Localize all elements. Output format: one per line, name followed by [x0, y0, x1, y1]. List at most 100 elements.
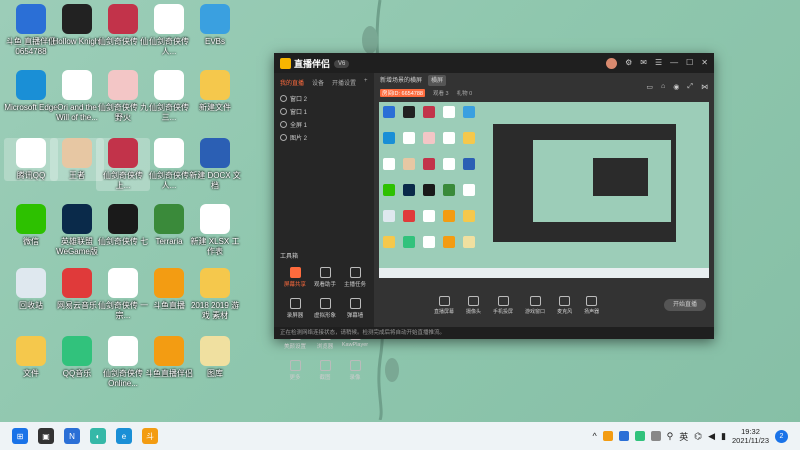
mic-icon[interactable]: ⚲ [667, 431, 674, 442]
desktop-icon[interactable]: 新建文件 [188, 70, 242, 113]
live-preview[interactable] [379, 102, 709, 278]
start-icon[interactable]: ⊞ [12, 428, 28, 444]
source-button[interactable]: 摄像头 [466, 295, 481, 315]
mail-icon[interactable]: ✉ [640, 58, 647, 69]
chevron-up-icon[interactable]: ^ [592, 431, 596, 441]
terraria-icon [154, 204, 184, 234]
taskbar-apps: ⊞ ▣ N ◐ e 斗 [12, 428, 158, 444]
douyu-icon[interactable]: 斗 [142, 428, 158, 444]
add-scene-icon[interactable]: + [364, 78, 368, 87]
desktop-icon[interactable]: EVBs [188, 4, 242, 47]
lock-icon[interactable]: ⌂ [661, 83, 665, 91]
app-brand: 直播伴侣 V6 [280, 57, 350, 70]
source-label: 游戏窗口 [525, 308, 546, 315]
ime-indicator[interactable]: 英 [679, 430, 688, 443]
tool-icon [319, 267, 331, 278]
preview-xianjian-icon [423, 210, 435, 222]
toolbox-item[interactable]: 弹幕墙 [340, 298, 370, 319]
toolbox-item[interactable]: 屏幕共享 [280, 267, 310, 288]
layer-item[interactable]: 全屏 1 [274, 118, 374, 131]
qqmusic-icon [62, 336, 92, 366]
close-icon[interactable]: ✕ [701, 58, 708, 69]
toolbox-item[interactable]: 虚拟形象 [310, 298, 340, 319]
tool-label: 截图 [319, 375, 331, 381]
gallery-icon [200, 336, 230, 366]
toolbox-item[interactable]: 主播任务 [340, 267, 370, 288]
desktop-icon[interactable]: 新建 DOCX 文档 [188, 138, 242, 191]
edge-icon[interactable]: e [116, 428, 132, 444]
tray-app-icon[interactable] [602, 431, 613, 441]
toolbox-item[interactable]: 录像 [340, 360, 370, 381]
avatar[interactable] [606, 58, 618, 69]
toolbox-item[interactable]: 录屏器 [280, 298, 310, 319]
preview-ori-icon [403, 132, 415, 144]
tab-my-live[interactable]: 我的直播 [280, 78, 304, 87]
network-icon[interactable]: ⌬ [694, 431, 702, 442]
share-icon[interactable]: ⋈ [701, 83, 708, 91]
clock[interactable]: 19:32 2021/11/23 [732, 427, 769, 445]
tab-devices[interactable]: 设备 [312, 78, 324, 87]
tray-app-icon[interactable] [618, 431, 629, 441]
window-controls: ⚙ ✉ ☰ — ☐ ✕ [606, 58, 708, 69]
desktop-icon[interactable]: 新建 XLSX 工作表 [188, 204, 242, 257]
document-icon [154, 70, 184, 100]
tool-icon [349, 267, 361, 278]
nk-app-icon[interactable]: N [64, 428, 80, 444]
menu-icon[interactable]: ☰ [655, 58, 662, 69]
layer-item[interactable]: 窗口 1 [274, 105, 374, 118]
desktop-icon[interactable]: 图库 [188, 336, 242, 379]
toolbox-item[interactable]: 观看助手 [310, 267, 340, 288]
source-button[interactable]: 扬声器 [584, 295, 599, 315]
maximize-icon[interactable]: ☐ [686, 58, 693, 69]
source-button[interactable]: 手机投屏 [493, 295, 513, 315]
tray-app-icon[interactable] [634, 431, 645, 441]
fullscreen-icon[interactable]: ⤢ [687, 83, 693, 91]
layer-item[interactable]: 窗口 2 [274, 92, 374, 105]
app-titlebar[interactable]: 直播伴侣 V6 ⚙ ✉ ☰ — ☐ ✕ [274, 53, 714, 73]
tool-label: 浏览器 [316, 344, 334, 350]
monitor-icon[interactable]: ▭ [646, 83, 653, 91]
desktop-icon[interactable]: 2018 2019 游戏 素材 [188, 268, 242, 321]
layer-item[interactable]: 图片 2 [274, 131, 374, 144]
preview-edge-icon [383, 132, 395, 144]
tool-label: 更多 [289, 375, 301, 381]
store-icon[interactable]: ◐ [90, 428, 106, 444]
room-tag[interactable]: 横屏 [428, 75, 447, 86]
visibility-icon[interactable] [280, 134, 287, 141]
desktop-icon-label: 2018 2019 游戏 素材 [190, 301, 240, 320]
tool-icon [349, 360, 361, 371]
nested-preview-desktop [533, 140, 671, 222]
notification-badge[interactable]: 2 [775, 429, 788, 443]
preview-douyu-icon [383, 106, 395, 118]
visibility-icon[interactable] [280, 95, 287, 102]
settings-icon[interactable]: ⚙ [625, 58, 632, 69]
power-icon[interactable]: ▮ [721, 431, 726, 442]
source-icon [438, 295, 450, 306]
preview-hollow-knight-icon [403, 106, 415, 118]
visibility-icon[interactable] [280, 121, 287, 128]
visibility-icon[interactable] [280, 108, 287, 115]
toolbox-item[interactable]: 更多 [280, 360, 310, 381]
task-view-icon[interactable]: ▣ [38, 428, 54, 444]
preview-qqmusic-icon [403, 236, 415, 248]
tab-settings[interactable]: 开播设置 [332, 78, 356, 87]
source-button[interactable]: 直播屏幕 [434, 295, 454, 315]
camera-icon[interactable]: ◉ [673, 83, 679, 91]
start-live-button[interactable]: 开始直播 [664, 299, 706, 311]
battery-icon[interactable] [650, 431, 661, 441]
status-bar: 正在检测网络连接状态，请稍候。检测完成后将自动开始直播推流。 [274, 327, 714, 339]
tool-label: 虚拟形象 [313, 313, 336, 319]
source-button[interactable]: 麦克风 [557, 295, 572, 315]
layer-label: 窗口 2 [290, 97, 308, 103]
volume-icon[interactable]: ◀ [708, 431, 715, 442]
netease-music-icon [62, 268, 92, 298]
app-logo-icon [280, 58, 291, 69]
nested-preview-window-2 [593, 158, 648, 196]
source-button[interactable]: 游戏窗口 [525, 295, 546, 315]
preview-taskbar [379, 268, 709, 278]
tool-label: 观看助手 [313, 282, 336, 288]
tool-label: 录屏器 [286, 313, 304, 319]
preview-terraria-icon [443, 184, 455, 196]
toolbox-item[interactable]: 截图 [310, 360, 340, 381]
minimize-icon[interactable]: — [670, 58, 678, 69]
